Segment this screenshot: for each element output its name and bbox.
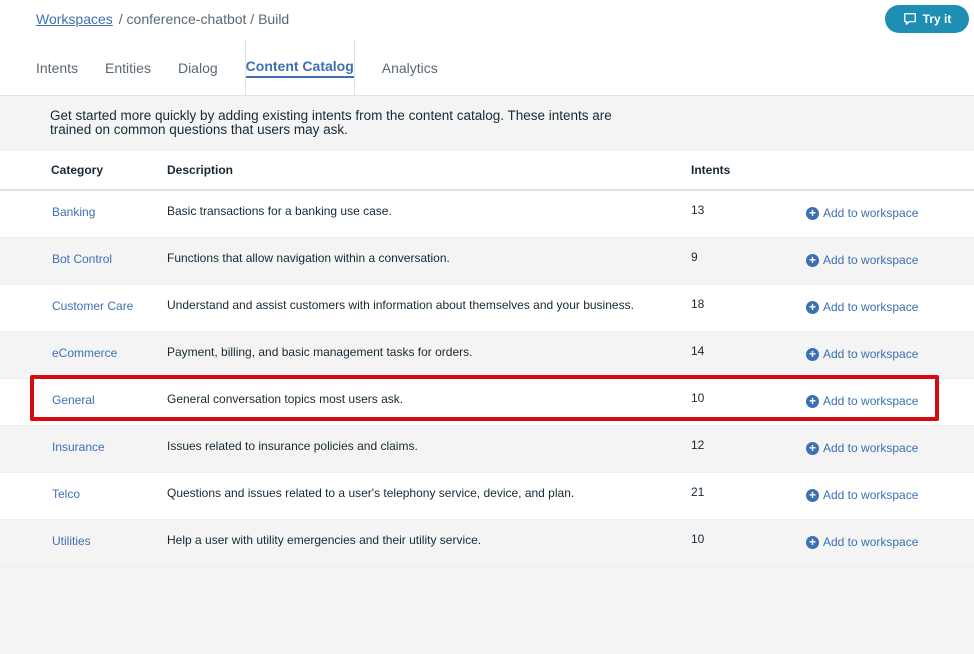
intent-count: 18 [691,297,705,311]
breadcrumb: Workspaces / conference-chatbot / Build [36,11,289,27]
empty-area [0,567,974,654]
category-link[interactable]: Bot Control [52,252,112,266]
tab-dialog[interactable]: Dialog [178,40,218,96]
table-row: Utilities Help a user with utility emerg… [0,520,974,567]
category-description: Basic transactions for a banking use cas… [167,204,392,218]
add-label: Add to workspace [823,206,919,220]
category-link[interactable]: Customer Care [52,299,133,313]
catalog-table: Banking Basic transactions for a banking… [0,191,974,567]
add-label: Add to workspace [823,394,919,408]
plus-circle-icon: + [806,347,819,361]
breadcrumb-workspaces-link[interactable]: Workspaces [36,11,113,27]
category-link[interactable]: Insurance [52,440,105,454]
header: Workspaces / conference-chatbot / Build … [0,0,974,96]
plus-circle-icon: + [806,394,819,408]
intent-count: 10 [691,391,705,405]
category-description: Help a user with utility emergencies and… [167,533,482,547]
add-label: Add to workspace [823,535,919,549]
try-it-button[interactable]: Try it [885,5,969,33]
add-to-workspace-button[interactable]: + Add to workspace [806,253,918,267]
column-header-intents[interactable]: Intents [691,163,730,177]
category-description: Understand and assist customers with inf… [167,298,634,312]
table-row: Banking Basic transactions for a banking… [0,191,974,238]
table-row: Insurance Issues related to insurance po… [0,426,974,473]
table-row: eCommerce Payment, billing, and basic ma… [0,332,974,379]
plus-circle-icon: + [806,488,819,502]
table-row: Telco Questions and issues related to a … [0,473,974,520]
table-row: General General conversation topics most… [0,379,974,426]
tab-entities[interactable]: Entities [105,40,151,96]
tab-analytics[interactable]: Analytics [382,40,438,96]
column-header-description[interactable]: Description [167,163,233,177]
table-row: Bot Control Functions that allow navigat… [0,238,974,285]
add-to-workspace-button[interactable]: + Add to workspace [806,347,918,361]
add-to-workspace-button[interactable]: + Add to workspace [806,206,918,220]
plus-circle-icon: + [806,206,819,220]
add-label: Add to workspace [823,300,919,314]
intent-count: 21 [691,485,705,499]
category-description: Questions and issues related to a user's… [167,486,575,500]
tab-label: Intents [36,60,79,76]
intent-count: 9 [691,250,698,264]
intro-banner: Get started more quickly by adding exist… [0,96,974,151]
table-header: Category Description Intents [0,151,974,191]
plus-circle-icon: + [806,300,819,314]
add-to-workspace-button[interactable]: + Add to workspace [806,535,918,549]
add-to-workspace-button[interactable]: + Add to workspace [806,394,918,408]
tab-content-catalog[interactable]: Content Catalog [244,40,355,96]
category-description: Payment, billing, and basic management t… [167,345,473,359]
category-link[interactable]: Utilities [52,534,91,548]
chat-icon [903,13,916,25]
plus-circle-icon: + [806,253,819,267]
add-label: Add to workspace [823,488,919,502]
category-link[interactable]: General [52,393,95,407]
intent-count: 14 [691,344,705,358]
category-description: General conversation topics most users a… [167,392,404,406]
category-link[interactable]: Telco [52,487,80,501]
category-link[interactable]: Banking [52,205,95,219]
intent-count: 10 [691,532,705,546]
add-to-workspace-button[interactable]: + Add to workspace [806,441,918,455]
intent-count: 12 [691,438,705,452]
tab-label: Entities [105,60,151,76]
plus-circle-icon: + [806,441,819,455]
breadcrumb-path: / conference-chatbot / Build [118,11,290,27]
tab-intents[interactable]: Intents [36,40,78,96]
category-link[interactable]: eCommerce [52,346,117,360]
category-description: Issues related to insurance policies and… [167,439,418,453]
try-it-label: Try it [922,12,952,26]
table-row: Customer Care Understand and assist cust… [0,285,974,332]
column-header-category[interactable]: Category [51,163,103,177]
tab-label: Analytics [381,60,438,76]
add-to-workspace-button[interactable]: + Add to workspace [806,300,918,314]
category-description: Functions that allow navigation within a… [167,251,450,265]
add-to-workspace-button[interactable]: + Add to workspace [806,488,918,502]
add-label: Add to workspace [823,347,919,361]
add-label: Add to workspace [823,441,919,455]
tab-bar: Intents Entities Dialog Content Catalog … [36,40,465,96]
add-label: Add to workspace [823,253,919,267]
plus-circle-icon: + [806,535,819,549]
intro-text: Get started more quickly by adding exist… [50,108,612,137]
tab-label: Content Catalog [245,58,354,78]
intent-count: 13 [691,203,705,217]
tab-label: Dialog [177,60,218,76]
